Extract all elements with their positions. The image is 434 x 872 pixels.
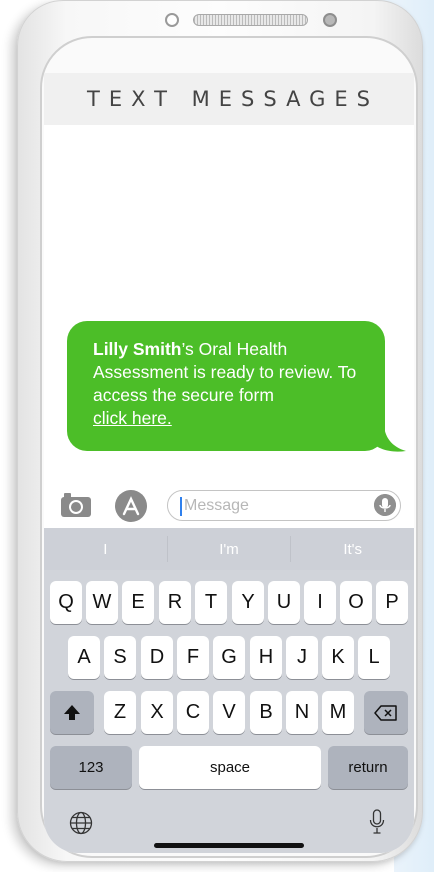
key-q[interactable]: Q [50, 581, 82, 624]
audio-message-icon[interactable] [374, 494, 396, 516]
key-h[interactable]: H [250, 636, 282, 679]
secure-form-link[interactable]: click here. [93, 408, 172, 428]
message-placeholder: Message [184, 497, 249, 514]
key-v[interactable]: V [213, 691, 245, 734]
globe-icon[interactable] [69, 811, 93, 835]
key-s[interactable]: S [104, 636, 136, 679]
sensor-icon [323, 13, 337, 27]
key-z[interactable]: Z [104, 691, 136, 734]
key-i[interactable]: I [304, 581, 336, 624]
key-t[interactable]: T [195, 581, 227, 624]
numbers-key[interactable]: 123 [50, 746, 132, 789]
shift-icon [64, 704, 80, 720]
return-key[interactable]: return [328, 746, 408, 789]
key-e[interactable]: E [122, 581, 154, 624]
front-camera-icon [165, 13, 179, 27]
key-r[interactable]: R [159, 581, 191, 624]
speaker-grill [193, 14, 308, 26]
message-bubble-tail [372, 423, 406, 452]
predictive-text-bar: I I'm It's [44, 528, 414, 570]
suggestion-item[interactable]: I [44, 528, 167, 570]
camera-icon[interactable] [60, 492, 92, 518]
key-j[interactable]: J [286, 636, 318, 679]
phone-screen: TEXT MESSAGES Lilly Smith’s Oral Health … [44, 73, 414, 853]
shift-key[interactable] [50, 691, 94, 734]
app-store-icon[interactable] [114, 489, 148, 523]
key-m[interactable]: M [322, 691, 354, 734]
key-u[interactable]: U [268, 581, 300, 624]
microphone-icon[interactable] [369, 809, 385, 835]
text-caret [180, 497, 182, 516]
key-w[interactable]: W [86, 581, 118, 624]
backspace-key[interactable] [364, 691, 408, 734]
backspace-icon [374, 704, 397, 721]
key-d[interactable]: D [141, 636, 173, 679]
message-bubble: Lilly Smith’s Oral Health Assessment is … [67, 321, 385, 451]
key-p[interactable]: P [376, 581, 408, 624]
suggestion-item[interactable]: It's [291, 528, 414, 570]
key-b[interactable]: B [250, 691, 282, 734]
key-k[interactable]: K [322, 636, 354, 679]
home-indicator[interactable] [154, 843, 304, 848]
key-x[interactable]: X [141, 691, 173, 734]
messages-header: TEXT MESSAGES [44, 73, 414, 125]
key-c[interactable]: C [177, 691, 209, 734]
patient-name: Lilly Smith [93, 339, 182, 359]
key-o[interactable]: O [340, 581, 372, 624]
key-y[interactable]: Y [232, 581, 264, 624]
key-l[interactable]: L [358, 636, 390, 679]
key-a[interactable]: A [68, 636, 100, 679]
header-title: TEXT MESSAGES [87, 87, 379, 111]
message-composer: Message [44, 486, 414, 528]
key-f[interactable]: F [177, 636, 209, 679]
space-key[interactable]: space [139, 746, 321, 789]
message-input[interactable]: Message [167, 490, 401, 521]
suggestion-item[interactable]: I'm [168, 528, 291, 570]
key-g[interactable]: G [213, 636, 245, 679]
key-n[interactable]: N [286, 691, 318, 734]
keyboard: I I'm It's Q W E R T Y U I O P A S D F G… [44, 528, 414, 853]
